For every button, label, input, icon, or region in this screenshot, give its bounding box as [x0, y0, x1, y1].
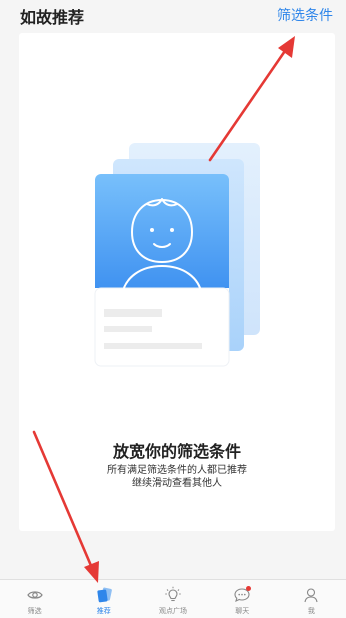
- filter-conditions-link[interactable]: 筛选条件: [277, 5, 333, 25]
- tab-label: 推荐: [96, 607, 111, 615]
- tab-label: 观点广场: [159, 607, 187, 615]
- bulb-icon: [165, 586, 181, 602]
- empty-state-description: 所有满足筛选条件的人都已推荐 继续滑动查看其他人: [19, 464, 335, 490]
- page-title: 如故推荐: [20, 8, 85, 27]
- empty-state-title: 放宽你的筛选条件: [112, 442, 241, 461]
- tab-me[interactable]: 我: [277, 580, 346, 618]
- tab-label: 筛选: [27, 607, 42, 615]
- header: 如故推荐 筛选条件: [0, 0, 346, 32]
- tab-chat[interactable]: 聊天: [208, 580, 277, 618]
- tab-filter[interactable]: 筛选: [0, 580, 69, 618]
- tab-label: 聊天: [235, 607, 250, 615]
- tab-recommend[interactable]: 推荐: [69, 580, 138, 618]
- bottom-tab-bar: 筛选 推荐 观点广场 聊天 我: [0, 579, 346, 618]
- empty-state-line-2: 继续滑动查看其他人: [132, 478, 222, 489]
- person-icon: [304, 588, 318, 603]
- empty-state-line-1: 所有满足筛选条件的人都已推荐: [107, 465, 247, 476]
- eye-icon: [26, 591, 43, 599]
- cards-icon: [97, 587, 112, 603]
- tab-opinion-square[interactable]: 观点广场: [138, 580, 207, 618]
- tab-label: 我: [307, 607, 315, 615]
- empty-state-card: 放宽你的筛选条件 所有满足筛选条件的人都已推荐 继续滑动查看其他人: [19, 33, 335, 531]
